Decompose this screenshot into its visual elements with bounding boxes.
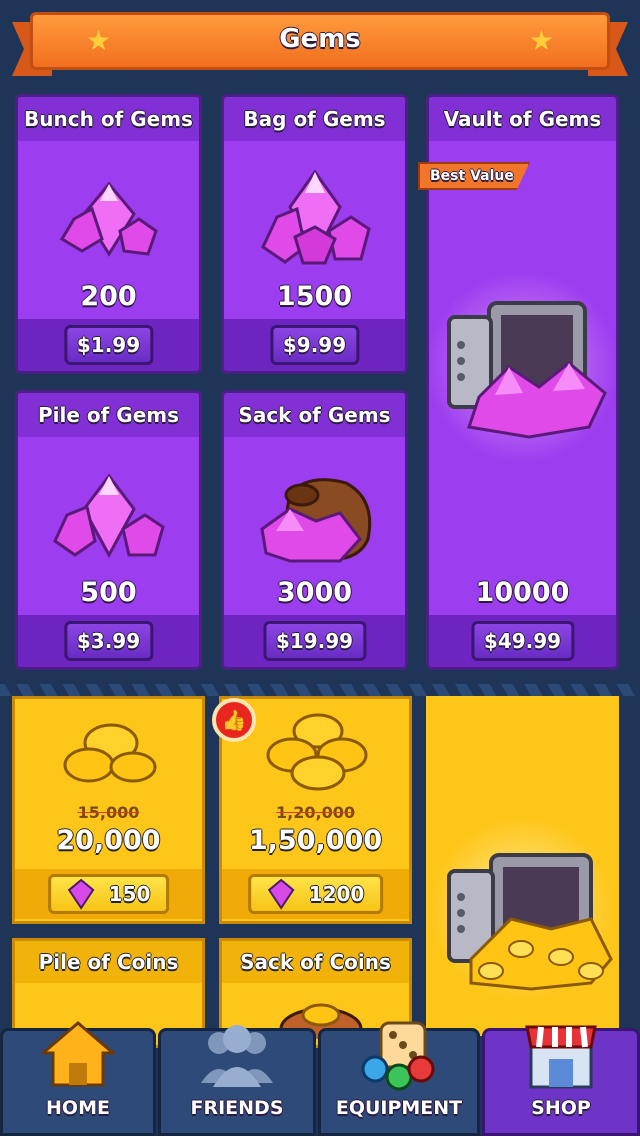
shop-header-banner: ★ ★ Gems (12, 12, 628, 76)
buy-button[interactable]: $3.99 (63, 621, 154, 661)
nav-label: EQUIPMENT (335, 1097, 463, 1119)
price-strip: $19.99 (224, 615, 405, 667)
coin-amount: 1,50,000 (248, 825, 383, 856)
gem-pile-icon (52, 473, 165, 559)
best-value-badge: Best Value (418, 162, 530, 190)
coin-pack-small[interactable]: 15,000 20,000 150 (12, 696, 205, 924)
bottom-nav: HOME FRIENDS EQUIPMENT SHOP (0, 1021, 640, 1136)
gem-pack-title: Bag of Gems (224, 97, 405, 141)
buy-button[interactable]: $19.99 (262, 621, 367, 661)
gem-pack-title: Sack of Gems (224, 393, 405, 437)
gem-icon (267, 878, 294, 910)
price-strip: $49.99 (429, 615, 616, 667)
price-strip: $9.99 (224, 319, 405, 371)
gem-pile-icon (59, 181, 158, 257)
coin-stack-icon (63, 723, 157, 783)
gem-pack-sack[interactable]: Sack of Gems 3000 $19.99 (221, 390, 408, 670)
gem-pack-title: Pile of Gems (18, 393, 199, 437)
buy-with-gems-button[interactable]: 150 (47, 874, 170, 914)
home-icon (41, 1021, 115, 1087)
nav-friends[interactable]: FRIENDS (158, 1025, 316, 1136)
section-divider (0, 684, 640, 696)
nav-label: SHOP (531, 1097, 591, 1119)
buy-with-gems-button[interactable]: 1200 (247, 874, 384, 914)
gem-pile-icon (260, 169, 371, 265)
friends-icon (201, 1025, 273, 1087)
gem-amount: 500 (80, 577, 137, 608)
coin-vault-icon (447, 853, 613, 991)
shop-icon (525, 1025, 597, 1089)
coin-amount: 20,000 (56, 825, 161, 856)
gem-pack-bag[interactable]: Bag of Gems 1500 $9.99 (221, 94, 408, 374)
buy-button[interactable]: $1.99 (63, 325, 154, 365)
nav-home[interactable]: HOME (0, 1021, 156, 1136)
nav-label: HOME (46, 1097, 110, 1119)
gem-amount: 1500 (276, 281, 353, 312)
nav-shop[interactable]: SHOP (482, 1025, 640, 1136)
coin-stack-icon (266, 713, 368, 791)
thumbs-up-icon: 👍 (212, 698, 256, 742)
price-strip: $1.99 (18, 319, 199, 371)
coin-pack-title: Pile of Coins (15, 941, 202, 983)
old-coin-amount: 15,000 (77, 803, 140, 822)
gem-pack-title: Bunch of Gems (18, 97, 199, 141)
nav-label: FRIENDS (190, 1097, 284, 1119)
gem-icon (67, 878, 94, 910)
gem-amount: 200 (80, 281, 137, 312)
gem-sack-icon (259, 478, 371, 563)
price-strip: 150 (15, 869, 202, 919)
price-strip: 1200 (222, 869, 409, 919)
gem-pack-title: Vault of Gems (429, 97, 616, 141)
gem-amount: 3000 (276, 577, 353, 608)
coin-pack-vault[interactable] (426, 696, 619, 1036)
gem-cost: 1200 (308, 882, 365, 906)
gem-amount: 10000 (475, 577, 570, 608)
gem-cost: 150 (108, 882, 151, 906)
dice-icon (361, 1021, 435, 1091)
buy-button[interactable]: $49.99 (470, 621, 575, 661)
gem-pack-pile[interactable]: Pile of Gems 500 $3.99 (15, 390, 202, 670)
price-strip: $3.99 (18, 615, 199, 667)
page-title: Gems (279, 24, 361, 54)
coin-pack-title: Sack of Coins (222, 941, 409, 983)
gem-pack-bunch[interactable]: Bunch of Gems 200 $1.99 (15, 94, 202, 374)
old-coin-amount: 1,20,000 (276, 803, 355, 822)
buy-button[interactable]: $9.99 (269, 325, 360, 365)
nav-equipment[interactable]: EQUIPMENT (318, 1021, 480, 1136)
gem-vault-icon (447, 301, 607, 439)
